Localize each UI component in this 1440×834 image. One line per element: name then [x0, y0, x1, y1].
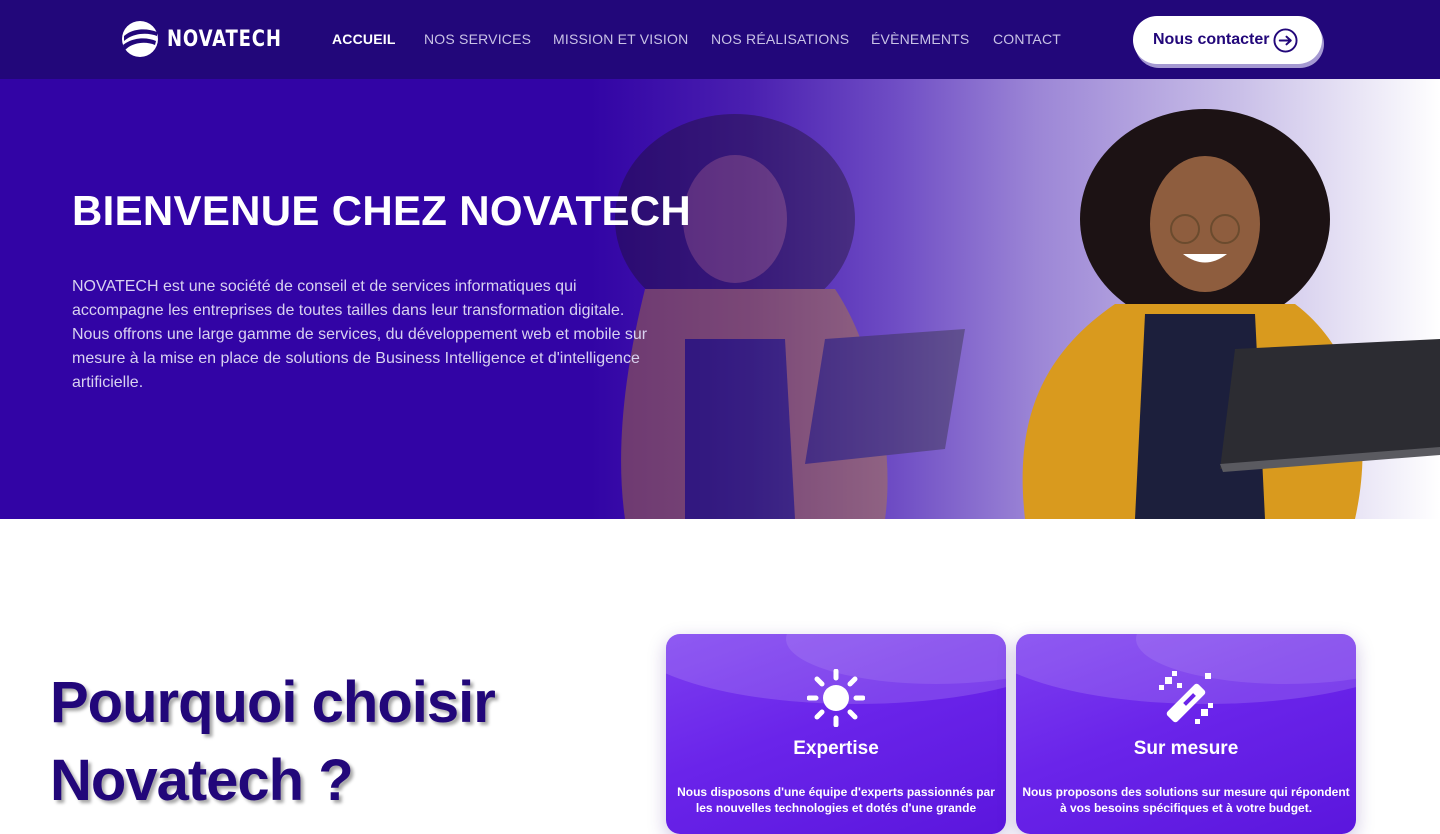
why-choose-title: Pourquoi choisir Novatech ?: [50, 670, 496, 813]
hero-person-image: [1022, 109, 1440, 519]
nav-item-services[interactable]: NOS SERVICES: [424, 31, 531, 47]
hero-description: NOVATECH est une société de conseil et d…: [72, 278, 648, 391]
card-text: Nous proposons des solutions sur mesure …: [1022, 785, 1350, 815]
brand-name: NOVATECH: [167, 26, 282, 52]
card-text: Nous disposons d'une équipe d'experts pa…: [677, 785, 995, 815]
nav-item-accueil[interactable]: ACCUEIL: [332, 31, 396, 47]
brand-logo[interactable]: NOVATECH: [121, 20, 307, 58]
nav-item-contact[interactable]: CONTACT: [993, 31, 1061, 47]
nav-item-evenements[interactable]: ÉVÈNEMENTS: [871, 31, 969, 47]
contact-button[interactable]: Nous contacter: [1133, 16, 1322, 64]
hero-banner: BIENVENUE CHEZ NOVATECH NOVATECH est une…: [0, 79, 1440, 519]
card-title: Expertise: [793, 738, 879, 759]
top-navbar: NOVATECH ACCUEIL NOS SERVICES MISSION ET…: [0, 0, 1440, 79]
contact-button-label: Nous contacter: [1153, 31, 1270, 48]
sun-icon: [807, 669, 865, 727]
arrow-circle-right-icon: [1273, 27, 1298, 53]
hero-title: BIENVENUE CHEZ NOVATECH: [72, 187, 692, 234]
card-title: Sur mesure: [1133, 738, 1239, 759]
magic-wand-icon: [1159, 671, 1213, 724]
logo-icon: [122, 21, 158, 57]
nav-item-mission[interactable]: MISSION ET VISION: [553, 31, 688, 47]
feature-card-sur-mesure: Sur mesure Nous proposons des solutions …: [1016, 634, 1356, 834]
feature-card-expertise: Expertise Nous disposons d'une équipe d'…: [666, 634, 1006, 834]
nav-item-realisations[interactable]: NOS RÉALISATIONS: [711, 31, 849, 47]
